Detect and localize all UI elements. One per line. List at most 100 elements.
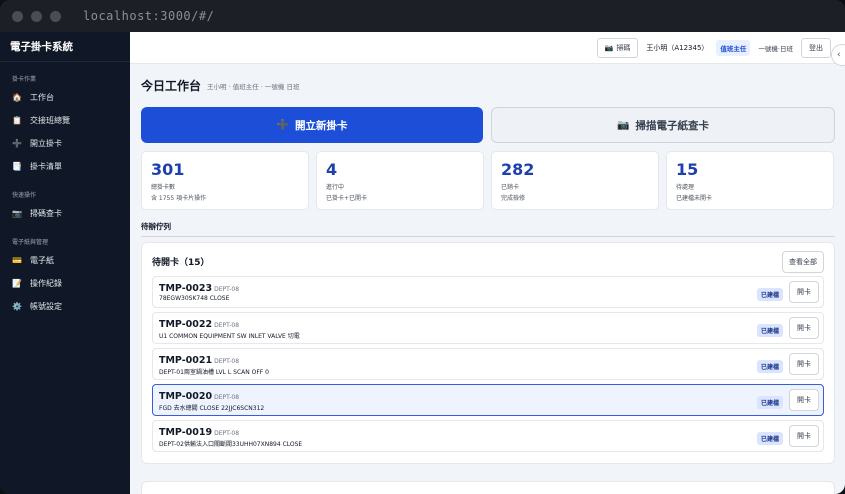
list-item[interactable]: TMP-0020 DEPT-08 FGD 去水總閥 CLOSE 22JJC6SCN… xyxy=(152,384,824,416)
sidebar-item-label: 工作台 xyxy=(30,93,54,102)
sidebar-item-label: 掃碼查卡 xyxy=(30,209,62,218)
tag-desc: 78EGW30SK748 CLOSE xyxy=(159,295,230,302)
sidebar: 電子掛卡系統 掛卡作業 🏠 工作台 📋 交接班總覽 ➕ 開立掛卡 📑 掛卡清單 … xyxy=(0,32,130,494)
camera-icon: 📷 xyxy=(12,208,22,218)
open-tag-button[interactable]: 開卡 xyxy=(789,389,819,411)
page-title: 今日工作台 xyxy=(141,79,202,93)
sidebar-item-label: 帳號設定 xyxy=(30,302,62,311)
view-all-button[interactable]: 查看全部 xyxy=(782,251,824,273)
panel-title: 待開卡（15） xyxy=(152,258,210,268)
browser-window: localhost:3000/#/ 電子掛卡系統 掛卡作業 🏠 工作台 📋 交接… xyxy=(0,0,845,494)
sidebar-item-epaper[interactable]: 💳 電子紙 xyxy=(0,249,130,272)
sidebar-item-handover[interactable]: 📋 交接班總覽 xyxy=(0,109,130,132)
list-item[interactable]: TMP-0023 DEPT-08 78EGW30SK748 CLOSE 已建檔 開… xyxy=(152,276,824,308)
stat-value: 301 xyxy=(151,160,185,179)
memo-icon: 📝 xyxy=(12,278,22,288)
tag-desc: U1 COMMON EQUIPMENT SW INLET VALVE 切電 xyxy=(159,333,300,340)
stat-sub: 已掛卡+已開卡 xyxy=(326,195,368,202)
stat-sub: 已建檔未開卡 xyxy=(676,195,713,202)
logout-button[interactable]: 登出 xyxy=(801,37,831,58)
stat-card-total: 301 總掛卡數 含 1755 項卡片操作 xyxy=(141,151,309,210)
topbar: 📷 掃碼 王小明（A12345） 值班主任 一號機·日班 登出 ‹ xyxy=(130,32,845,66)
sidebar-item-label: 操作紀錄 xyxy=(30,279,62,288)
stat-card-cancelled: 282 已銷卡 完成檢修 xyxy=(491,151,659,210)
gear-icon: ⚙️ xyxy=(12,301,22,311)
plus-icon: ➕ xyxy=(276,119,289,131)
window-close-dot[interactable] xyxy=(12,10,23,22)
sidebar-item-label: 掛卡清單 xyxy=(30,162,62,171)
queue-section-title: 待辦佇列 xyxy=(141,222,171,231)
sidebar-item-scan[interactable]: 📷 掃碼查卡 xyxy=(0,202,130,225)
stat-value: 282 xyxy=(501,160,535,179)
sidebar-item-label: 交接班總覽 xyxy=(30,116,70,125)
sidebar-item-workbench[interactable]: 🏠 工作台 xyxy=(0,86,130,109)
tag-id: TMP-0019 xyxy=(159,427,213,438)
home-icon: 🏠 xyxy=(12,92,22,102)
sidebar-section-title: 電子紙與管理 xyxy=(12,239,49,246)
scan-button-label: 掃碼 xyxy=(616,43,631,52)
document-icon: 📑 xyxy=(12,161,22,171)
stat-label: 進行中 xyxy=(326,184,345,191)
divider xyxy=(141,236,835,237)
tag-desc: DEPT-01兩室鍋油槽 LVL L SCAN OFF 0 xyxy=(159,369,269,376)
stat-card-in-progress: 4 進行中 已掛卡+已開卡 xyxy=(316,151,484,210)
camera-icon: 📷 xyxy=(604,43,614,52)
sidebar-item-label: 開立掛卡 xyxy=(30,139,62,148)
tag-id: TMP-0020 xyxy=(159,391,213,402)
stat-label: 已銷卡 xyxy=(501,184,520,191)
clipboard-icon: 📋 xyxy=(12,115,22,125)
stat-value: 15 xyxy=(676,160,699,179)
stat-card-pending: 15 待處理 已建檔未開卡 xyxy=(666,151,834,210)
open-tag-button[interactable]: 開卡 xyxy=(789,353,819,375)
status-badge: 已建檔 xyxy=(756,396,783,409)
card-icon: 💳 xyxy=(12,255,22,265)
open-tag-button[interactable]: 開卡 xyxy=(789,281,819,303)
sidebar-section-title: 掛卡作業 xyxy=(12,76,37,83)
chevron-left-icon[interactable]: ‹ xyxy=(831,44,845,66)
status-badge: 已建檔 xyxy=(756,432,783,445)
tag-id: TMP-0021 xyxy=(159,355,213,366)
tag-id: TMP-0022 xyxy=(159,319,213,330)
scan-button[interactable]: 📷 掃碼 xyxy=(596,37,639,58)
scan-epaper-button[interactable]: 📷 掃描電子紙查卡 xyxy=(491,107,835,143)
plus-icon: ➕ xyxy=(12,138,22,148)
list-item[interactable]: TMP-0021 DEPT-08 DEPT-01兩室鍋油槽 LVL L SCAN … xyxy=(152,348,824,380)
list-item[interactable]: TMP-0019 DEPT-08 DEPT-02供輸法入口關斷閥33UHH07XN… xyxy=(152,420,824,452)
stat-sub: 含 1755 項卡片操作 xyxy=(151,195,207,202)
status-badge: 已建檔 xyxy=(756,288,783,301)
tag-dept: DEPT-08 xyxy=(214,430,240,437)
window-zoom-dot[interactable] xyxy=(50,10,61,22)
open-tag-button[interactable]: 開卡 xyxy=(789,425,819,447)
stat-sub: 完成檢修 xyxy=(501,195,526,202)
stat-value: 4 xyxy=(326,160,338,179)
main-content: 📷 掃碼 王小明（A12345） 值班主任 一號機·日班 登出 ‹ 今日工作台 … xyxy=(130,32,845,494)
stat-label: 待處理 xyxy=(676,184,695,191)
camera-icon: 📷 xyxy=(617,119,630,131)
tag-id: TMP-0023 xyxy=(159,283,213,294)
status-badge: 已建檔 xyxy=(756,324,783,337)
sidebar-item-logs[interactable]: 📝 操作紀錄 xyxy=(0,272,130,295)
open-tag-button[interactable]: 開卡 xyxy=(789,317,819,339)
browser-titlebar: localhost:3000/#/ xyxy=(0,0,845,32)
tag-dept: DEPT-08 xyxy=(214,286,240,293)
page-subtitle: 王小明 · 值班主任 · 一號機 日班 xyxy=(207,83,300,91)
pending-panel: 待開卡（15） 查看全部 TMP-0023 DEPT-08 78EGW30SK74… xyxy=(141,242,835,464)
status-badge: 已建檔 xyxy=(756,360,783,373)
stat-label: 總掛卡數 xyxy=(151,184,176,191)
tag-dept: DEPT-08 xyxy=(214,394,240,401)
secondary-panel xyxy=(141,481,835,494)
user-name: 王小明（A12345） xyxy=(646,43,709,52)
new-tag-button[interactable]: ➕ 開立新掛卡 xyxy=(141,107,483,143)
tag-desc: FGD 去水總閥 CLOSE 22JJC6SCN312 xyxy=(159,405,265,412)
sidebar-item-tag-list[interactable]: 📑 掛卡清單 xyxy=(0,155,130,178)
tag-dept: DEPT-08 xyxy=(214,358,240,365)
sidebar-item-new-tag[interactable]: ➕ 開立掛卡 xyxy=(0,132,130,155)
window-minimize-dot[interactable] xyxy=(31,10,42,22)
address-bar[interactable]: localhost:3000/#/ xyxy=(83,9,214,23)
list-item[interactable]: TMP-0022 DEPT-08 U1 COMMON EQUIPMENT SW I… xyxy=(152,312,824,344)
tag-dept: DEPT-08 xyxy=(214,322,240,329)
sidebar-item-label: 電子紙 xyxy=(30,256,54,265)
tag-desc: DEPT-02供輸法入口關斷閥33UHH07XN894 CLOSE xyxy=(159,441,303,448)
sidebar-item-account[interactable]: ⚙️ 帳號設定 xyxy=(0,295,130,318)
sidebar-section-title: 快速操作 xyxy=(12,192,37,199)
